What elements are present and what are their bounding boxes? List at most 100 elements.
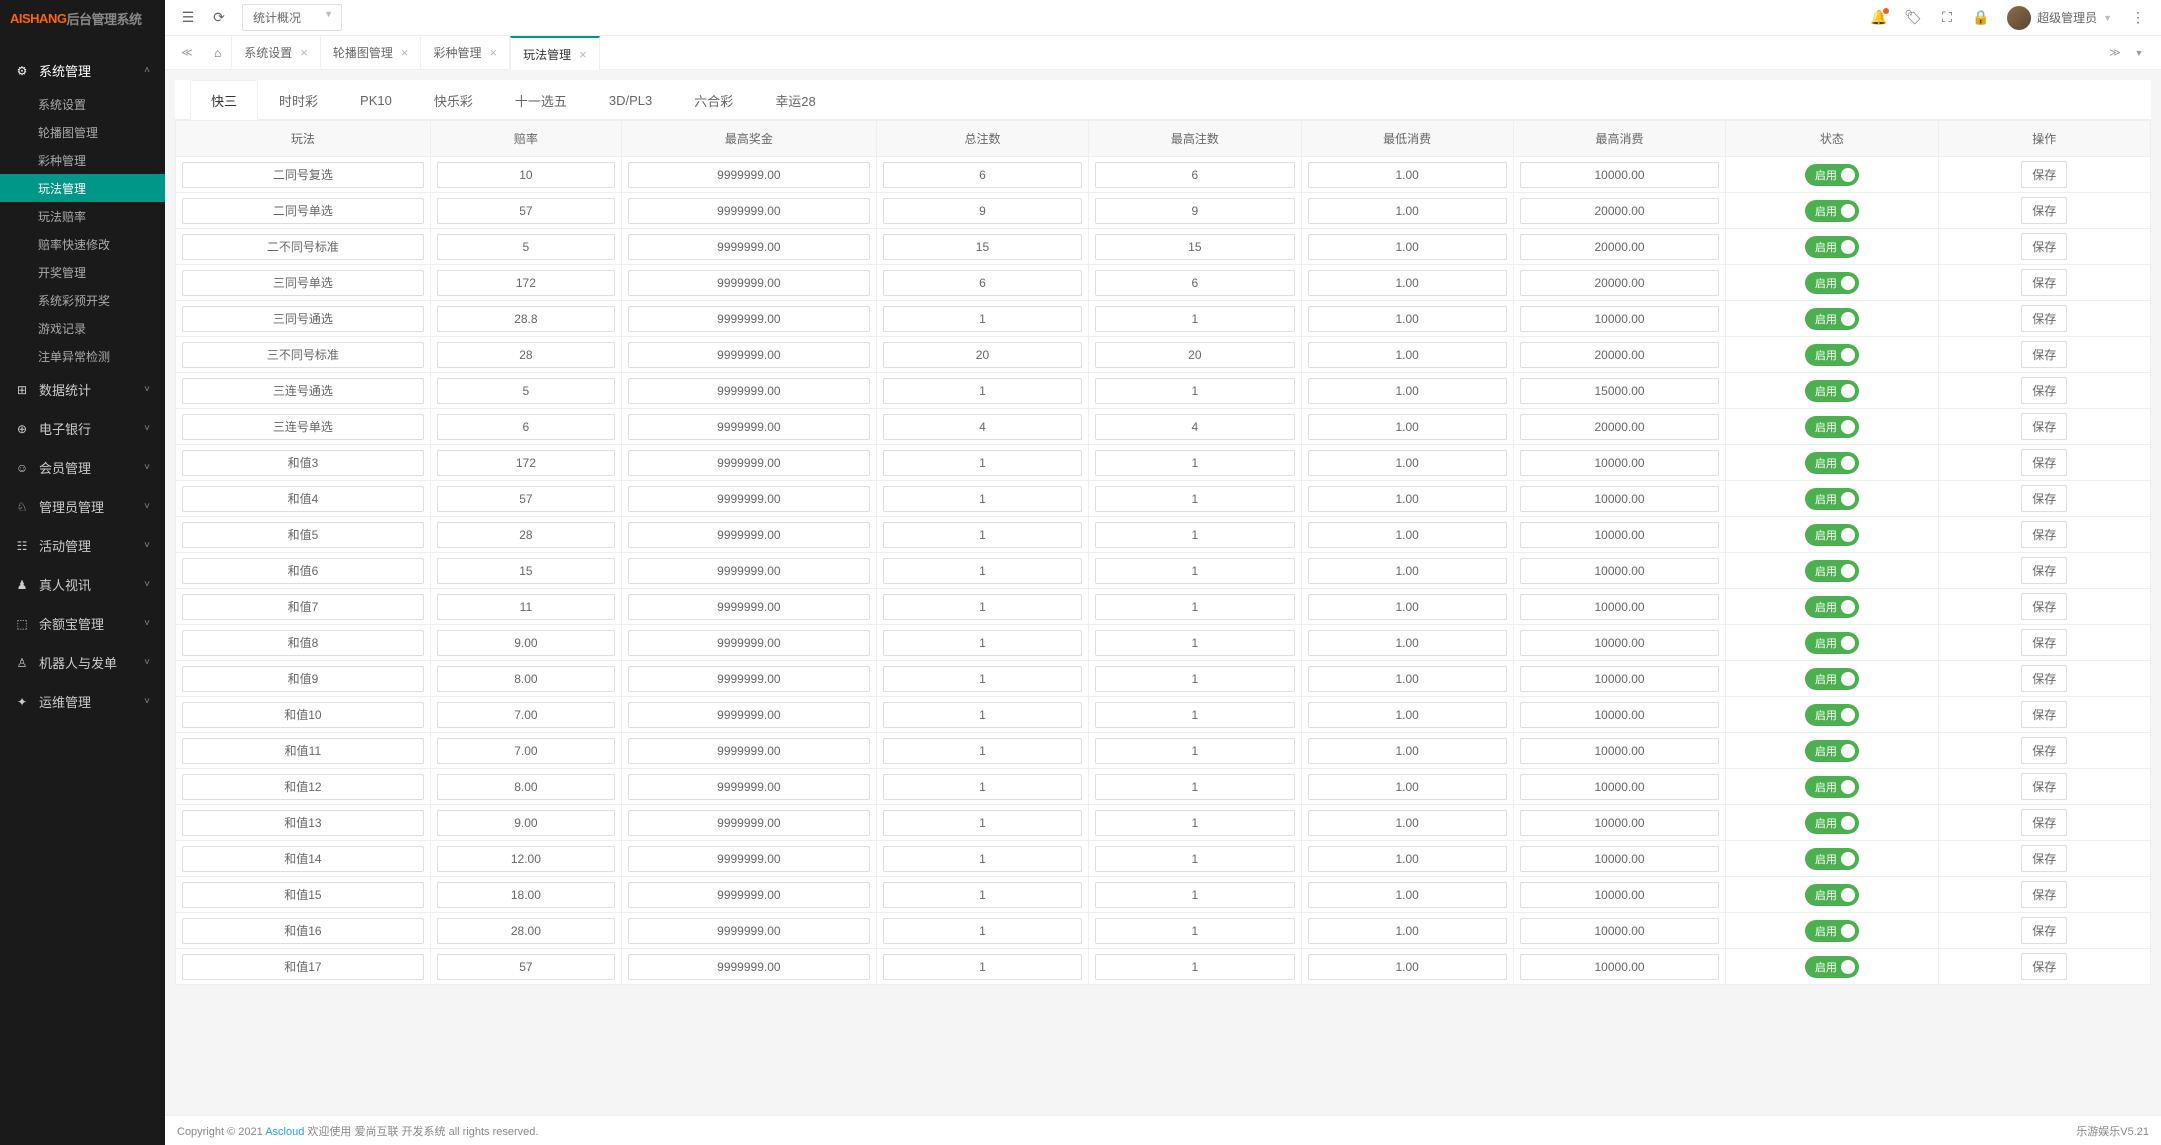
save-button[interactable]: 保存 (2021, 305, 2067, 332)
input-max[interactable] (628, 270, 870, 296)
input-total[interactable] (883, 882, 1082, 908)
input-play[interactable] (182, 414, 424, 440)
input-maxbet[interactable] (1095, 558, 1294, 584)
status-toggle[interactable]: 启用 (1805, 848, 1859, 870)
notification-icon[interactable]: 🔔 (1871, 10, 1887, 26)
tabs-scroll-left[interactable]: ≪ (175, 36, 199, 69)
status-toggle[interactable]: 启用 (1805, 416, 1859, 438)
sidebar-subitem[interactable]: 玩法赔率 (0, 202, 165, 230)
input-maxc[interactable] (1520, 522, 1719, 548)
save-button[interactable]: 保存 (2021, 161, 2067, 188)
input-maxbet[interactable] (1095, 486, 1294, 512)
input-max[interactable] (628, 486, 870, 512)
input-min[interactable] (1308, 666, 1507, 692)
save-button[interactable]: 保存 (2021, 773, 2067, 800)
status-toggle[interactable]: 启用 (1805, 776, 1859, 798)
status-toggle[interactable]: 启用 (1805, 920, 1859, 942)
input-max[interactable] (628, 414, 870, 440)
input-total[interactable] (883, 810, 1082, 836)
input-max[interactable] (628, 810, 870, 836)
save-button[interactable]: 保存 (2021, 233, 2067, 260)
input-play[interactable] (182, 234, 424, 260)
input-maxbet[interactable] (1095, 702, 1294, 728)
menu-toggle-icon[interactable]: ☰ (180, 10, 196, 26)
input-maxc[interactable] (1520, 378, 1719, 404)
input-maxc[interactable] (1520, 774, 1719, 800)
input-max[interactable] (628, 918, 870, 944)
save-button[interactable]: 保存 (2021, 557, 2067, 584)
input-min[interactable] (1308, 558, 1507, 584)
sidebar-subitem[interactable]: 赔率快速修改 (0, 230, 165, 258)
sidebar-subitem[interactable]: 系统彩预开奖 (0, 286, 165, 314)
input-maxc[interactable] (1520, 882, 1719, 908)
save-button[interactable]: 保存 (2021, 377, 2067, 404)
sidebar-subitem[interactable]: 系统设置 (0, 90, 165, 118)
status-toggle[interactable]: 启用 (1805, 524, 1859, 546)
input-maxbet[interactable] (1095, 738, 1294, 764)
input-max[interactable] (628, 882, 870, 908)
subtab[interactable]: 六合彩 (673, 80, 754, 119)
input-maxc[interactable] (1520, 846, 1719, 872)
input-maxbet[interactable] (1095, 306, 1294, 332)
input-min[interactable] (1308, 918, 1507, 944)
status-toggle[interactable]: 启用 (1805, 272, 1859, 294)
input-maxc[interactable] (1520, 450, 1719, 476)
status-toggle[interactable]: 启用 (1805, 560, 1859, 582)
save-button[interactable]: 保存 (2021, 449, 2067, 476)
status-toggle[interactable]: 启用 (1805, 488, 1859, 510)
status-toggle[interactable]: 启用 (1805, 632, 1859, 654)
sidebar-subitem[interactable]: 轮播图管理 (0, 118, 165, 146)
tab-close-icon[interactable]: × (579, 48, 587, 61)
status-toggle[interactable]: 启用 (1805, 452, 1859, 474)
input-maxbet[interactable] (1095, 450, 1294, 476)
input-min[interactable] (1308, 198, 1507, 224)
input-maxbet[interactable] (1095, 594, 1294, 620)
input-max[interactable] (628, 666, 870, 692)
input-total[interactable] (883, 558, 1082, 584)
input-odds[interactable] (437, 594, 615, 620)
input-odds[interactable] (437, 774, 615, 800)
input-max[interactable] (628, 558, 870, 584)
input-play[interactable] (182, 774, 424, 800)
input-total[interactable] (883, 342, 1082, 368)
input-odds[interactable] (437, 450, 615, 476)
input-play[interactable] (182, 522, 424, 548)
input-maxbet[interactable] (1095, 162, 1294, 188)
status-toggle[interactable]: 启用 (1805, 164, 1859, 186)
input-maxbet[interactable] (1095, 270, 1294, 296)
subtab[interactable]: 快三 (190, 80, 258, 120)
input-play[interactable] (182, 738, 424, 764)
input-maxbet[interactable] (1095, 774, 1294, 800)
input-total[interactable] (883, 738, 1082, 764)
input-maxc[interactable] (1520, 918, 1719, 944)
input-play[interactable] (182, 342, 424, 368)
input-odds[interactable] (437, 918, 615, 944)
input-play[interactable] (182, 378, 424, 404)
input-maxc[interactable] (1520, 162, 1719, 188)
tab-home[interactable]: ⌂ (204, 36, 232, 69)
status-toggle[interactable]: 启用 (1805, 308, 1859, 330)
status-toggle[interactable]: 启用 (1805, 596, 1859, 618)
input-odds[interactable] (437, 486, 615, 512)
status-toggle[interactable]: 启用 (1805, 236, 1859, 258)
sidebar-subitem[interactable]: 玩法管理 (0, 174, 165, 202)
input-min[interactable] (1308, 270, 1507, 296)
input-total[interactable] (883, 162, 1082, 188)
input-maxc[interactable] (1520, 234, 1719, 260)
input-maxc[interactable] (1520, 954, 1719, 980)
subtab[interactable]: 快乐彩 (413, 80, 494, 119)
input-odds[interactable] (437, 270, 615, 296)
input-min[interactable] (1308, 306, 1507, 332)
footer-link[interactable]: Ascloud (265, 1126, 304, 1138)
input-maxc[interactable] (1520, 198, 1719, 224)
sidebar-item[interactable]: ☺会员管理˅ (0, 448, 165, 487)
tab-close-icon[interactable]: × (401, 46, 409, 59)
input-odds[interactable] (437, 234, 615, 260)
input-play[interactable] (182, 630, 424, 656)
input-maxbet[interactable] (1095, 198, 1294, 224)
input-maxc[interactable] (1520, 738, 1719, 764)
save-button[interactable]: 保存 (2021, 701, 2067, 728)
input-maxc[interactable] (1520, 630, 1719, 656)
subtab[interactable]: 时时彩 (258, 80, 339, 119)
input-maxc[interactable] (1520, 306, 1719, 332)
